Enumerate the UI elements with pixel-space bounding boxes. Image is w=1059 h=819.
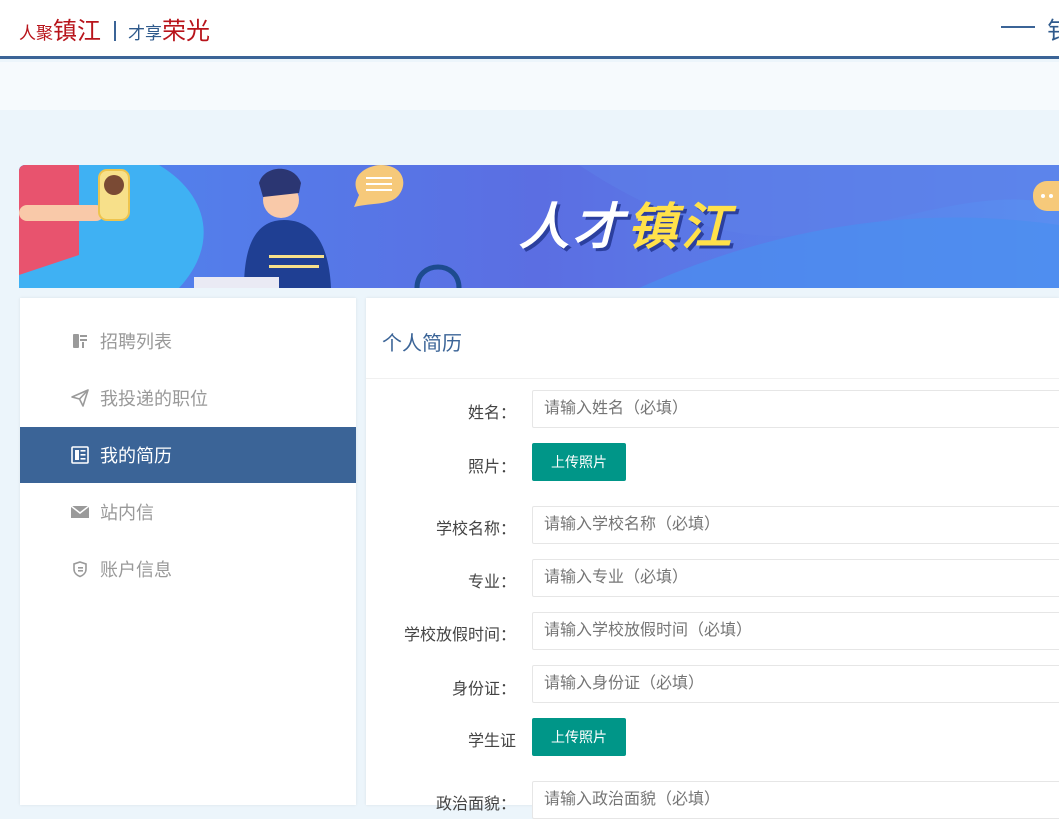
vacation-input[interactable] [532, 612, 1059, 650]
banner-title: 人才镇江 [519, 187, 735, 259]
resume-panel: 个人简历 姓名： 照片： 上传照片 学校名称： 专业： 学校放假时间： 身份证：… [366, 298, 1059, 819]
id-card-input[interactable] [532, 665, 1059, 703]
recruit-icon [70, 331, 90, 351]
vacation-label: 学校放假时间： [403, 627, 516, 644]
page-title: 个人简历 [382, 333, 462, 355]
name-input[interactable] [532, 390, 1059, 428]
logo-divider [114, 21, 116, 41]
header-right-text: 钅 [1047, 11, 1059, 46]
upload-student-card-button[interactable]: 上传照片 [532, 718, 626, 756]
logo-part1-large: 镇江 [53, 18, 101, 45]
photo-label: 照片： [467, 459, 516, 476]
sidebar-item-label: 我的简历 [100, 446, 172, 466]
sidebar: 招聘列表 我投递的职位 我的简历 站内信 账户信息 [20, 298, 356, 805]
id-card-label: 身份证： [451, 681, 516, 698]
shield-icon [70, 559, 90, 579]
paper-plane-icon [70, 388, 90, 408]
envelope-icon [70, 502, 90, 522]
logo-part2-large: 荣光 [162, 18, 210, 45]
sidebar-item-label: 招聘列表 [100, 332, 172, 352]
upload-photo-button[interactable]: 上传照片 [532, 443, 626, 481]
school-input[interactable] [532, 506, 1059, 544]
logo-part1-small: 人聚 [19, 24, 53, 43]
student-card-label: 学生证 [467, 733, 516, 750]
name-label: 姓名： [467, 405, 516, 422]
sidebar-item-label: 我投递的职位 [100, 389, 208, 409]
sidebar-item-my-applications[interactable]: 我投递的职位 [20, 370, 356, 426]
sidebar-item-my-resume[interactable]: 我的简历 [20, 427, 356, 483]
header-dash [1001, 26, 1035, 28]
banner-title-yellow: 镇江 [627, 199, 735, 255]
panel-divider [366, 378, 1059, 379]
sidebar-item-label: 账户信息 [100, 560, 172, 580]
resume-icon [70, 445, 90, 465]
site-logo[interactable]: 人聚 镇江 才享 荣光 [19, 11, 210, 46]
sidebar-item-label: 站内信 [100, 503, 154, 523]
school-label: 学校名称： [435, 521, 516, 538]
politics-label: 政治面貌： [435, 796, 516, 813]
banner-title-white: 人才 [519, 199, 627, 255]
sidebar-item-messages[interactable]: 站内信 [20, 484, 356, 540]
sidebar-item-recruit-list[interactable]: 招聘列表 [20, 313, 356, 369]
top-header: 人聚 镇江 才享 荣光 钅 [0, 0, 1059, 59]
major-label: 专业： [467, 574, 516, 591]
sub-band [0, 62, 1059, 110]
sidebar-item-account-info[interactable]: 账户信息 [20, 541, 356, 597]
politics-input[interactable] [532, 781, 1059, 819]
banner: 人才镇江 [19, 165, 1059, 288]
major-input[interactable] [532, 559, 1059, 597]
logo-part2-small: 才享 [128, 24, 162, 43]
